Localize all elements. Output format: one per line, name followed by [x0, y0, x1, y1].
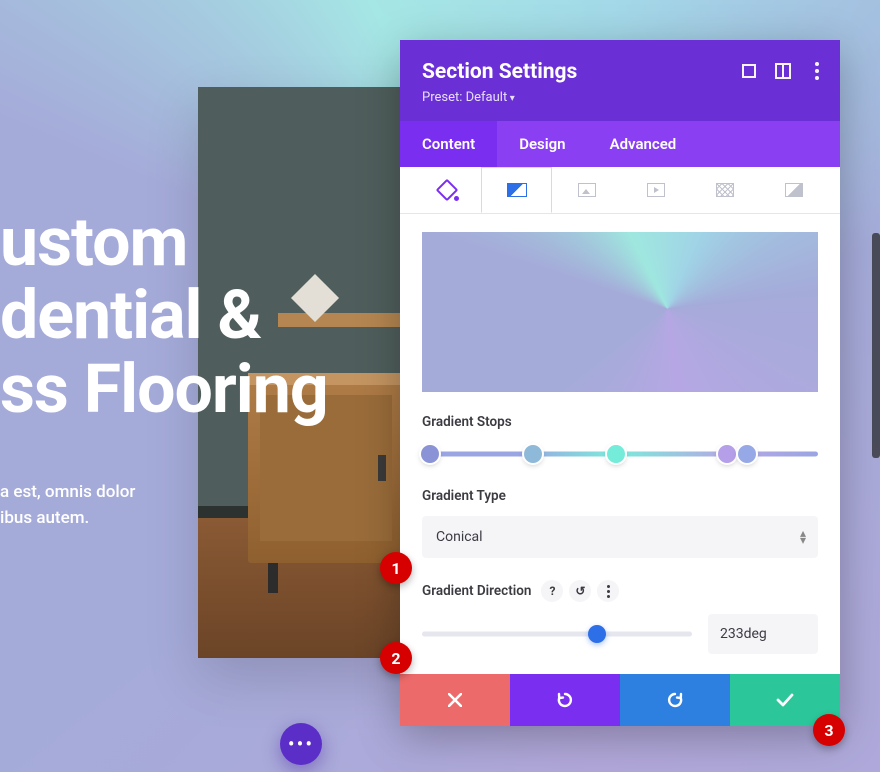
gradient-stop[interactable]	[607, 445, 625, 463]
responsive-icon[interactable]	[774, 62, 792, 80]
slider-rail	[422, 632, 692, 637]
label-text: Gradient Type	[422, 488, 506, 504]
undo-button[interactable]	[510, 674, 620, 726]
gradient-icon	[507, 183, 527, 197]
label-text: Gradient Stops	[422, 414, 512, 430]
hero-heading-line: ss Flooring	[0, 353, 328, 426]
gradient-type-label: Gradient Type	[422, 488, 818, 504]
gradient-stops-label: Gradient Stops	[422, 414, 818, 430]
panel-body: Gradient Stops Gradient Type Conical ▴▾ …	[400, 214, 840, 674]
cancel-button[interactable]	[400, 674, 510, 726]
video-icon	[647, 183, 665, 197]
check-icon	[776, 693, 794, 707]
dots-icon: •••	[288, 734, 314, 754]
hero-heading-line: dential &	[0, 279, 328, 352]
direction-input[interactable]: 233deg	[708, 614, 818, 654]
hero-heading: ustom dential & ss Flooring	[0, 206, 328, 426]
slider-thumb[interactable]	[588, 625, 606, 643]
subtab-mask[interactable]	[759, 167, 828, 213]
redo-button[interactable]	[620, 674, 730, 726]
gradient-type-select[interactable]: Conical ▴▾	[422, 516, 818, 558]
gradient-stop[interactable]	[421, 445, 439, 463]
help-icon[interactable]: ?	[541, 580, 563, 602]
settings-panel: Section Settings Preset: Default Content…	[400, 40, 840, 726]
redo-icon	[666, 691, 684, 709]
tab-advanced[interactable]: Advanced	[588, 121, 699, 167]
field-more-icon[interactable]	[597, 580, 619, 602]
gradient-stop[interactable]	[718, 445, 736, 463]
more-icon[interactable]	[808, 62, 826, 80]
pattern-icon	[716, 183, 734, 197]
subtab-pattern[interactable]	[690, 167, 759, 213]
hero-subtext: a est, omnis dolor ibus autem.	[0, 480, 135, 531]
page-background: ustom dential & ss Flooring a est, omnis…	[0, 0, 880, 772]
hero-heading-line: ustom	[0, 206, 328, 279]
direction-slider[interactable]	[422, 620, 692, 648]
panel-tabs: Content Design Advanced	[400, 121, 840, 167]
label-text: Gradient Direction	[422, 583, 531, 599]
page-scrollbar[interactable]	[872, 233, 880, 458]
callout-badge-3: 3	[813, 714, 845, 746]
panel-header: Section Settings Preset: Default	[400, 40, 840, 121]
subtab-video[interactable]	[621, 167, 690, 213]
expand-icon[interactable]	[740, 62, 758, 80]
paint-bucket-icon	[439, 182, 455, 198]
preset-selector[interactable]: Preset: Default	[422, 90, 818, 105]
tab-design[interactable]: Design	[497, 121, 587, 167]
gradient-preview[interactable]	[422, 232, 818, 392]
gradient-stops-track[interactable]	[422, 442, 818, 466]
gradient-direction-label: Gradient Direction ? ↺	[422, 580, 818, 602]
hero-subtext-line: a est, omnis dolor	[0, 480, 135, 506]
tab-content[interactable]: Content	[400, 121, 497, 167]
callout-badge-2: 2	[380, 642, 412, 674]
chevron-updown-icon: ▴▾	[800, 530, 806, 544]
close-icon	[448, 693, 462, 707]
mask-icon	[785, 183, 803, 197]
background-subtabs	[400, 167, 840, 214]
gradient-stop[interactable]	[738, 445, 756, 463]
subtab-color[interactable]	[412, 167, 481, 213]
undo-icon	[556, 691, 574, 709]
image-icon	[578, 183, 596, 197]
builder-fab[interactable]: •••	[280, 723, 322, 765]
select-value: Conical	[422, 516, 818, 558]
subtab-gradient[interactable]	[481, 167, 552, 213]
callout-badge-1: 1	[380, 552, 412, 584]
gradient-stop[interactable]	[524, 445, 542, 463]
hero-subtext-line: ibus autem.	[0, 506, 135, 532]
subtab-image[interactable]	[552, 167, 621, 213]
panel-footer	[400, 674, 840, 726]
reset-icon[interactable]: ↺	[569, 580, 591, 602]
